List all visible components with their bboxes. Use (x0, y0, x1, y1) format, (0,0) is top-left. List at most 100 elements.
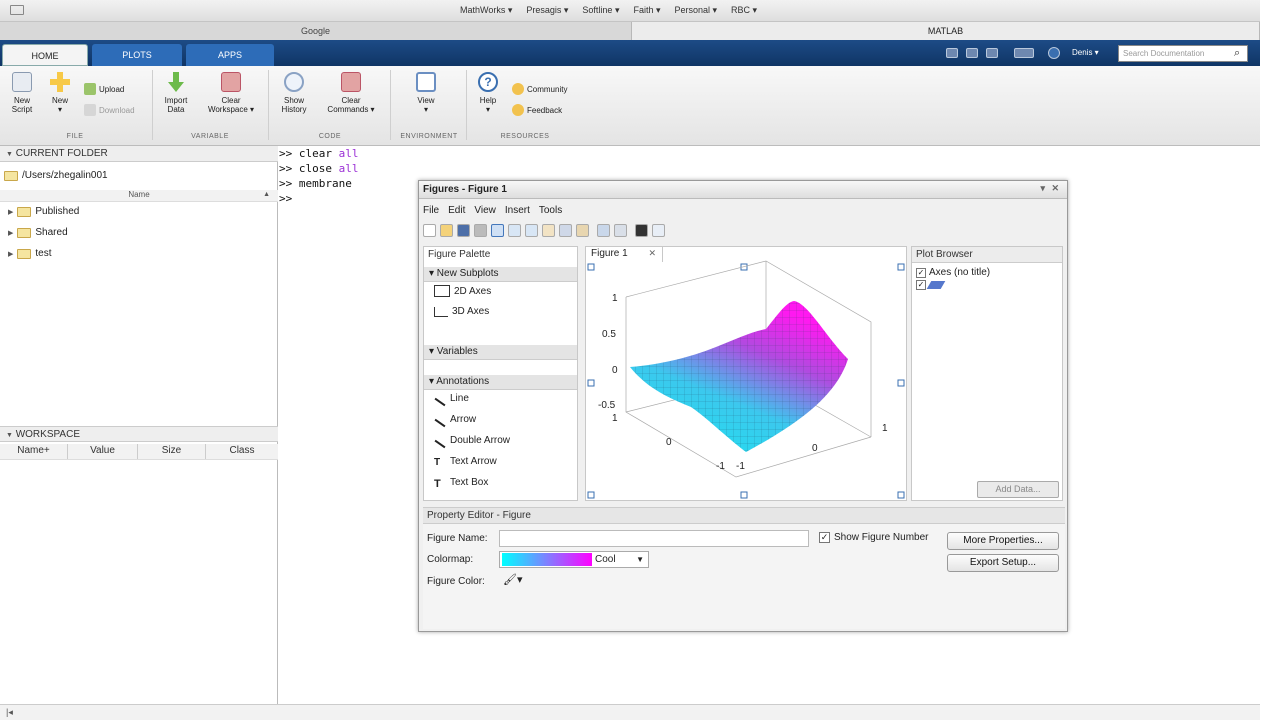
tab-google[interactable]: Google (0, 22, 632, 40)
2d-axes-item[interactable]: 2D Axes (434, 285, 491, 297)
tab-figure-1[interactable]: Figure 1 ✕ (585, 246, 663, 262)
window-menu-icon[interactable]: ▾ (1040, 183, 1045, 194)
variables-header[interactable]: ▾ Variables (424, 345, 577, 360)
figure-title-bar[interactable]: Figures - Figure 1 ▾ ✕ (419, 181, 1067, 199)
bookmark-mathworks[interactable]: MathWorks ▾ (460, 5, 512, 16)
checkbox-icon[interactable]: ✓ (916, 267, 926, 278)
annotation-double-arrow[interactable]: Double Arrow (434, 435, 510, 448)
help-circle-icon[interactable] (1048, 47, 1060, 59)
current-folder-header[interactable]: ▼ CURRENT FOLDER (0, 146, 278, 162)
3d-axes-item[interactable]: 3D Axes (434, 306, 489, 317)
new-subplots-header[interactable]: ▾ New Subplots (424, 267, 577, 282)
selection-handle[interactable] (740, 491, 748, 499)
copy-icon[interactable] (986, 48, 998, 58)
annotation-arrow[interactable]: Arrow (434, 414, 476, 427)
tab-home[interactable]: HOME (2, 44, 88, 66)
menu-view[interactable]: View (474, 205, 496, 216)
selection-handle[interactable] (897, 263, 905, 271)
new-button[interactable]: New ▾ (44, 72, 76, 114)
clear-workspace-button[interactable]: Clear Workspace ▾ (200, 72, 262, 114)
new-figure-icon[interactable] (423, 224, 436, 237)
add-data-button[interactable]: Add Data... (977, 481, 1059, 498)
selection-handle[interactable] (897, 491, 905, 499)
help-button[interactable]: ? Help ▾ (470, 72, 506, 114)
close-icon[interactable]: ✕ (1051, 183, 1059, 194)
workspace-col-value[interactable]: Value (68, 444, 138, 459)
bookmark-rbc[interactable]: RBC ▾ (731, 5, 757, 16)
pan-icon[interactable] (542, 224, 555, 237)
import-data-button[interactable]: Import Data (158, 72, 194, 114)
download-button[interactable]: Download (84, 104, 135, 116)
workspace-col-size[interactable]: Size (138, 444, 206, 459)
selection-handle[interactable] (587, 491, 595, 499)
folder-item-shared[interactable]: ▶ Shared (8, 227, 68, 238)
more-properties-button[interactable]: More Properties... (947, 532, 1059, 550)
figure-name-input[interactable] (499, 530, 809, 547)
command-prompt[interactable]: >> (279, 191, 409, 206)
view-button[interactable]: View ▾ (408, 72, 444, 114)
surface-plot[interactable]: 1 0.5 0 -0.5 1 0 -1 -1 0 1 (586, 247, 906, 500)
zoom-out-icon[interactable] (525, 224, 538, 237)
fill-color-icon[interactable]: 🖌▾ (503, 573, 531, 590)
tab-apps[interactable]: APPS (186, 44, 274, 66)
search-icon[interactable]: ⌕ (1234, 47, 1240, 60)
plot-browser-axes[interactable]: ✓ Axes (no title) (916, 267, 990, 278)
undo-icon[interactable] (1014, 48, 1034, 58)
upload-button[interactable]: Upload (84, 83, 124, 95)
workspace-header[interactable]: ▼ WORKSPACE (0, 426, 278, 442)
menu-insert[interactable]: Insert (505, 205, 530, 216)
show-figure-number-checkbox[interactable]: ✓ Show Figure Number (819, 532, 928, 543)
annotation-line[interactable]: Line (434, 393, 469, 406)
tab-plots[interactable]: PLOTS (92, 44, 182, 66)
folder-column-header[interactable]: Name ▲ (0, 190, 278, 202)
plot-area[interactable]: 1 0.5 0 -0.5 1 0 -1 -1 0 1 (585, 246, 907, 501)
bookmark-faith[interactable]: Faith ▾ (633, 5, 660, 16)
current-folder-path[interactable]: /Users/zhegalin001 (4, 170, 108, 181)
workspace-col-name[interactable]: Name+ (0, 444, 68, 459)
user-menu[interactable]: Denis ▾ (1072, 48, 1099, 57)
scroll-left-icon[interactable]: |◂ (6, 707, 13, 718)
annotations-header[interactable]: ▾ Annotations (424, 375, 577, 390)
folder-item-published[interactable]: ▶ Published (8, 206, 79, 217)
checkbox-icon[interactable]: ✓ (916, 280, 926, 290)
show-tools-icon[interactable] (652, 224, 665, 237)
colorbar-icon[interactable] (597, 224, 610, 237)
colormap-select[interactable]: Cool ▼ (499, 551, 649, 568)
annotation-text-box[interactable]: T Text Box (434, 477, 488, 490)
rotate-icon[interactable] (559, 224, 572, 237)
close-tab-icon[interactable]: ✕ (648, 248, 656, 259)
show-history-button[interactable]: Show History (276, 72, 312, 114)
bookmark-personal[interactable]: Personal ▾ (675, 5, 718, 16)
cut-icon[interactable] (966, 48, 978, 58)
export-setup-button[interactable]: Export Setup... (947, 554, 1059, 572)
data-cursor-icon[interactable] (576, 224, 589, 237)
hide-tools-icon[interactable] (635, 224, 648, 237)
save-icon[interactable] (457, 224, 470, 237)
clear-commands-button[interactable]: Clear Commands ▾ (318, 72, 384, 114)
selection-handle[interactable] (587, 379, 595, 387)
annotation-text-arrow[interactable]: T Text Arrow (434, 456, 497, 468)
figure-window[interactable]: Figures - Figure 1 ▾ ✕ File Edit View In… (418, 180, 1068, 632)
menu-tools[interactable]: Tools (539, 205, 562, 216)
feedback-button[interactable]: Feedback (512, 104, 562, 116)
new-script-button[interactable]: New Script (6, 72, 38, 114)
community-button[interactable]: Community (512, 83, 567, 95)
apps-grid-icon[interactable] (10, 5, 24, 15)
search-documentation-input[interactable]: Search Documentation (1118, 45, 1248, 62)
selection-handle[interactable] (897, 379, 905, 387)
print-icon[interactable] (474, 224, 487, 237)
pointer-icon[interactable] (491, 224, 504, 237)
bookmark-presagis[interactable]: Presagis ▾ (526, 5, 568, 16)
selection-handle[interactable] (587, 263, 595, 271)
bookmark-softline[interactable]: Softline ▾ (582, 5, 619, 16)
legend-icon[interactable] (614, 224, 627, 237)
command-window[interactable]: >> clear all >> close all >> membrane >> (279, 146, 409, 206)
folder-item-test[interactable]: ▶ test (8, 248, 52, 259)
save-icon[interactable] (946, 48, 958, 58)
menu-file[interactable]: File (423, 205, 439, 216)
tab-matlab[interactable]: MATLAB (632, 22, 1260, 40)
menu-edit[interactable]: Edit (448, 205, 465, 216)
plot-browser-surface[interactable]: ✓ (916, 280, 946, 290)
open-icon[interactable] (440, 224, 453, 237)
zoom-in-icon[interactable] (508, 224, 521, 237)
